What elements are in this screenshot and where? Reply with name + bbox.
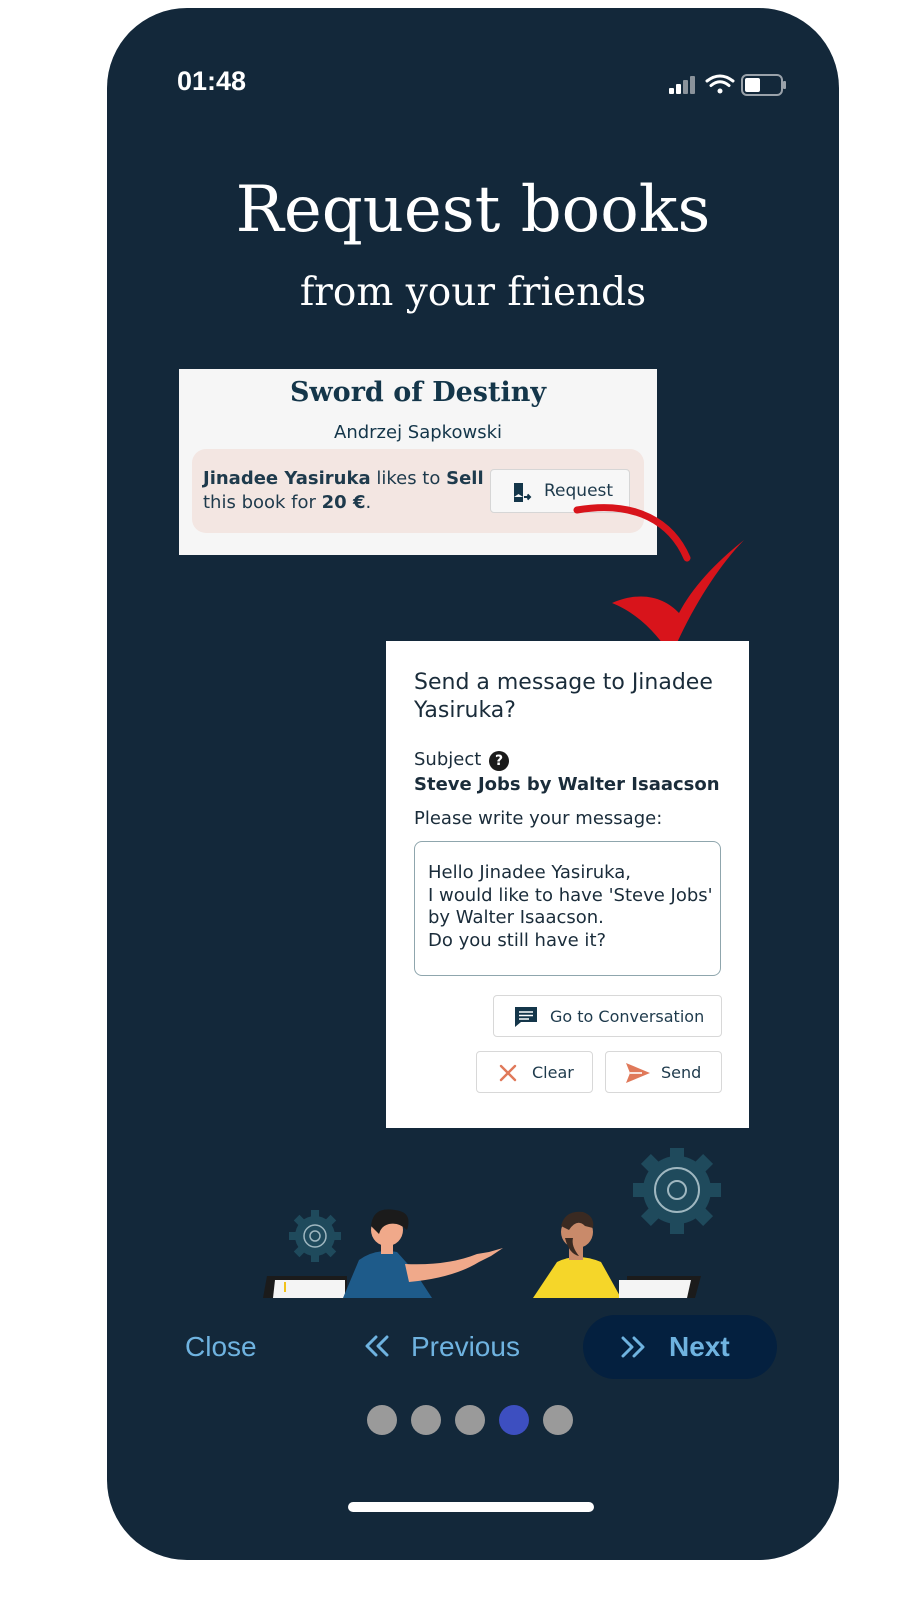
clear-button-label: Clear [532,1063,574,1082]
gear-icon [289,1210,341,1262]
people-chatting-illustration [263,1148,721,1298]
cellular-signal-icon [669,76,695,94]
page-dot[interactable] [543,1405,573,1435]
page-subtitle: from your friends [299,270,647,315]
subject-value: Steve Jobs by Walter Isaacson [414,774,720,795]
status-time: 01:48 [177,66,247,96]
seller-name: Jinadee Yasiruka [203,468,371,489]
previous-button-label: Previous [411,1331,520,1362]
home-indicator [348,1502,594,1512]
person-left [343,1209,503,1298]
clear-button[interactable]: Clear [476,1051,593,1093]
send-button[interactable]: Send [605,1051,722,1093]
message-prompt: Please write your message: [414,808,663,829]
offer-text: Jinadee Yasiruka likes to Sell this book … [203,467,503,515]
gear-icon [633,1148,721,1234]
page-title: Request books [235,173,711,247]
page-dot[interactable] [455,1405,485,1435]
book-author: Andrzej Sapkowski [334,422,502,443]
book-request-icon [514,483,532,502]
go-to-conversation-button[interactable]: Go to Conversation [493,995,722,1037]
offer-price: 20 € [321,492,366,513]
close-button[interactable]: Close [185,1331,257,1363]
send-icon [626,1063,650,1083]
battery-icon [741,74,786,96]
offer-this-book-for: this book for [203,492,322,513]
book-title: Sword of Destiny [289,377,547,408]
double-chevron-right-icon [621,1336,645,1358]
double-chevron-left-icon [365,1335,389,1357]
offer-likes-to: likes to [370,468,447,489]
person-right [533,1211,621,1298]
phone-screen: 01:48 Request books from your friends Sw… [107,8,839,1560]
subject-label: Subject [414,749,482,770]
next-button-label: Next [669,1331,730,1362]
page-dot[interactable] [499,1405,529,1435]
message-textarea[interactable]: Hello Jinadee Yasiruka, I would like to … [414,841,721,976]
next-button[interactable]: Next [583,1315,777,1379]
wifi-icon [705,74,735,94]
offer-action: Sell [446,468,484,489]
status-icons [669,74,786,96]
close-icon [499,1064,517,1082]
message-text: Hello Jinadee Yasiruka, I would like to … [428,862,713,951]
send-button-label: Send [661,1063,702,1082]
chat-icon [515,1007,537,1027]
page-indicator [367,1405,577,1435]
page-dot[interactable] [411,1405,441,1435]
page-dot[interactable] [367,1405,397,1435]
offer-period: . [365,492,372,513]
dialog-title: Send a message to Jinadee Yasiruka? [414,670,713,723]
go-to-conversation-label: Go to Conversation [550,1007,705,1026]
help-icon[interactable]: ? [489,751,509,771]
message-dialog: Send a message to Jinadee Yasiruka? Subj… [386,641,749,1128]
